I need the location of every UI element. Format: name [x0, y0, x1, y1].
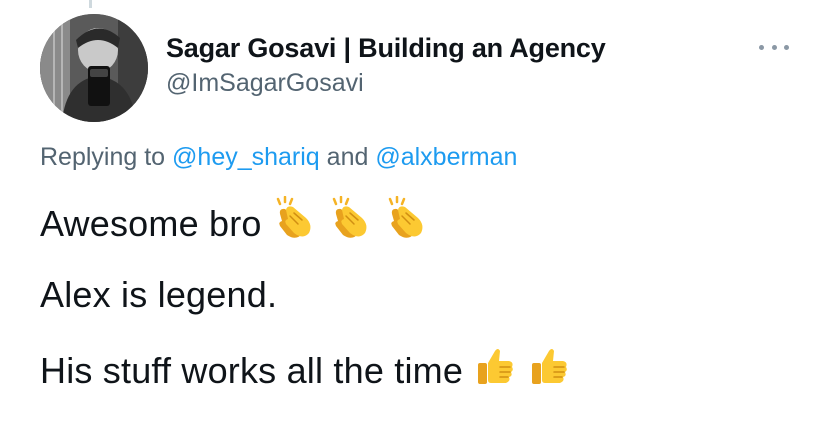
clapping-hands-icon [384, 195, 430, 252]
thread-connector-line [89, 0, 92, 8]
more-dots-icon [784, 44, 789, 50]
tweet-text-line: Alex is legend. [40, 273, 277, 317]
mention-link-alxberman[interactable]: @alxberman [375, 143, 517, 171]
thumbs-up-icon [473, 345, 517, 399]
tweet-text: Alex is legend. [40, 274, 278, 315]
profile-photo-icon [40, 14, 148, 122]
tweet-text: His stuff works all the time [40, 350, 464, 391]
tweet: Sagar Gosavi | Building an Agency @ImSag… [0, 0, 828, 426]
author-display-name[interactable]: Sagar Gosavi | Building an Agency [166, 30, 606, 66]
thumbs-up-icon [527, 345, 571, 399]
author-handle[interactable]: @ImSagarGosavi [166, 66, 606, 100]
mention-link-hey-shariq[interactable]: @hey_shariq [172, 143, 320, 171]
more-dots-icon [759, 44, 764, 50]
tweet-text-line: Awesome bro [40, 195, 430, 252]
clapping-hands-icon [272, 195, 318, 252]
author-info: Sagar Gosavi | Building an Agency @ImSag… [166, 30, 606, 100]
tweet-text: Awesome bro [40, 203, 262, 244]
more-dots-icon [771, 44, 777, 50]
replying-to-conjunction: and [319, 143, 376, 171]
tweet-text-line: His stuff works all the time [40, 345, 571, 399]
replying-to-prefix: Replying to [40, 143, 173, 171]
more-options-button[interactable] [759, 38, 789, 56]
avatar[interactable] [40, 14, 148, 122]
replying-to-line: Replying to @hey_shariq and @alxberman [40, 140, 517, 174]
clapping-hands-icon [328, 195, 374, 252]
